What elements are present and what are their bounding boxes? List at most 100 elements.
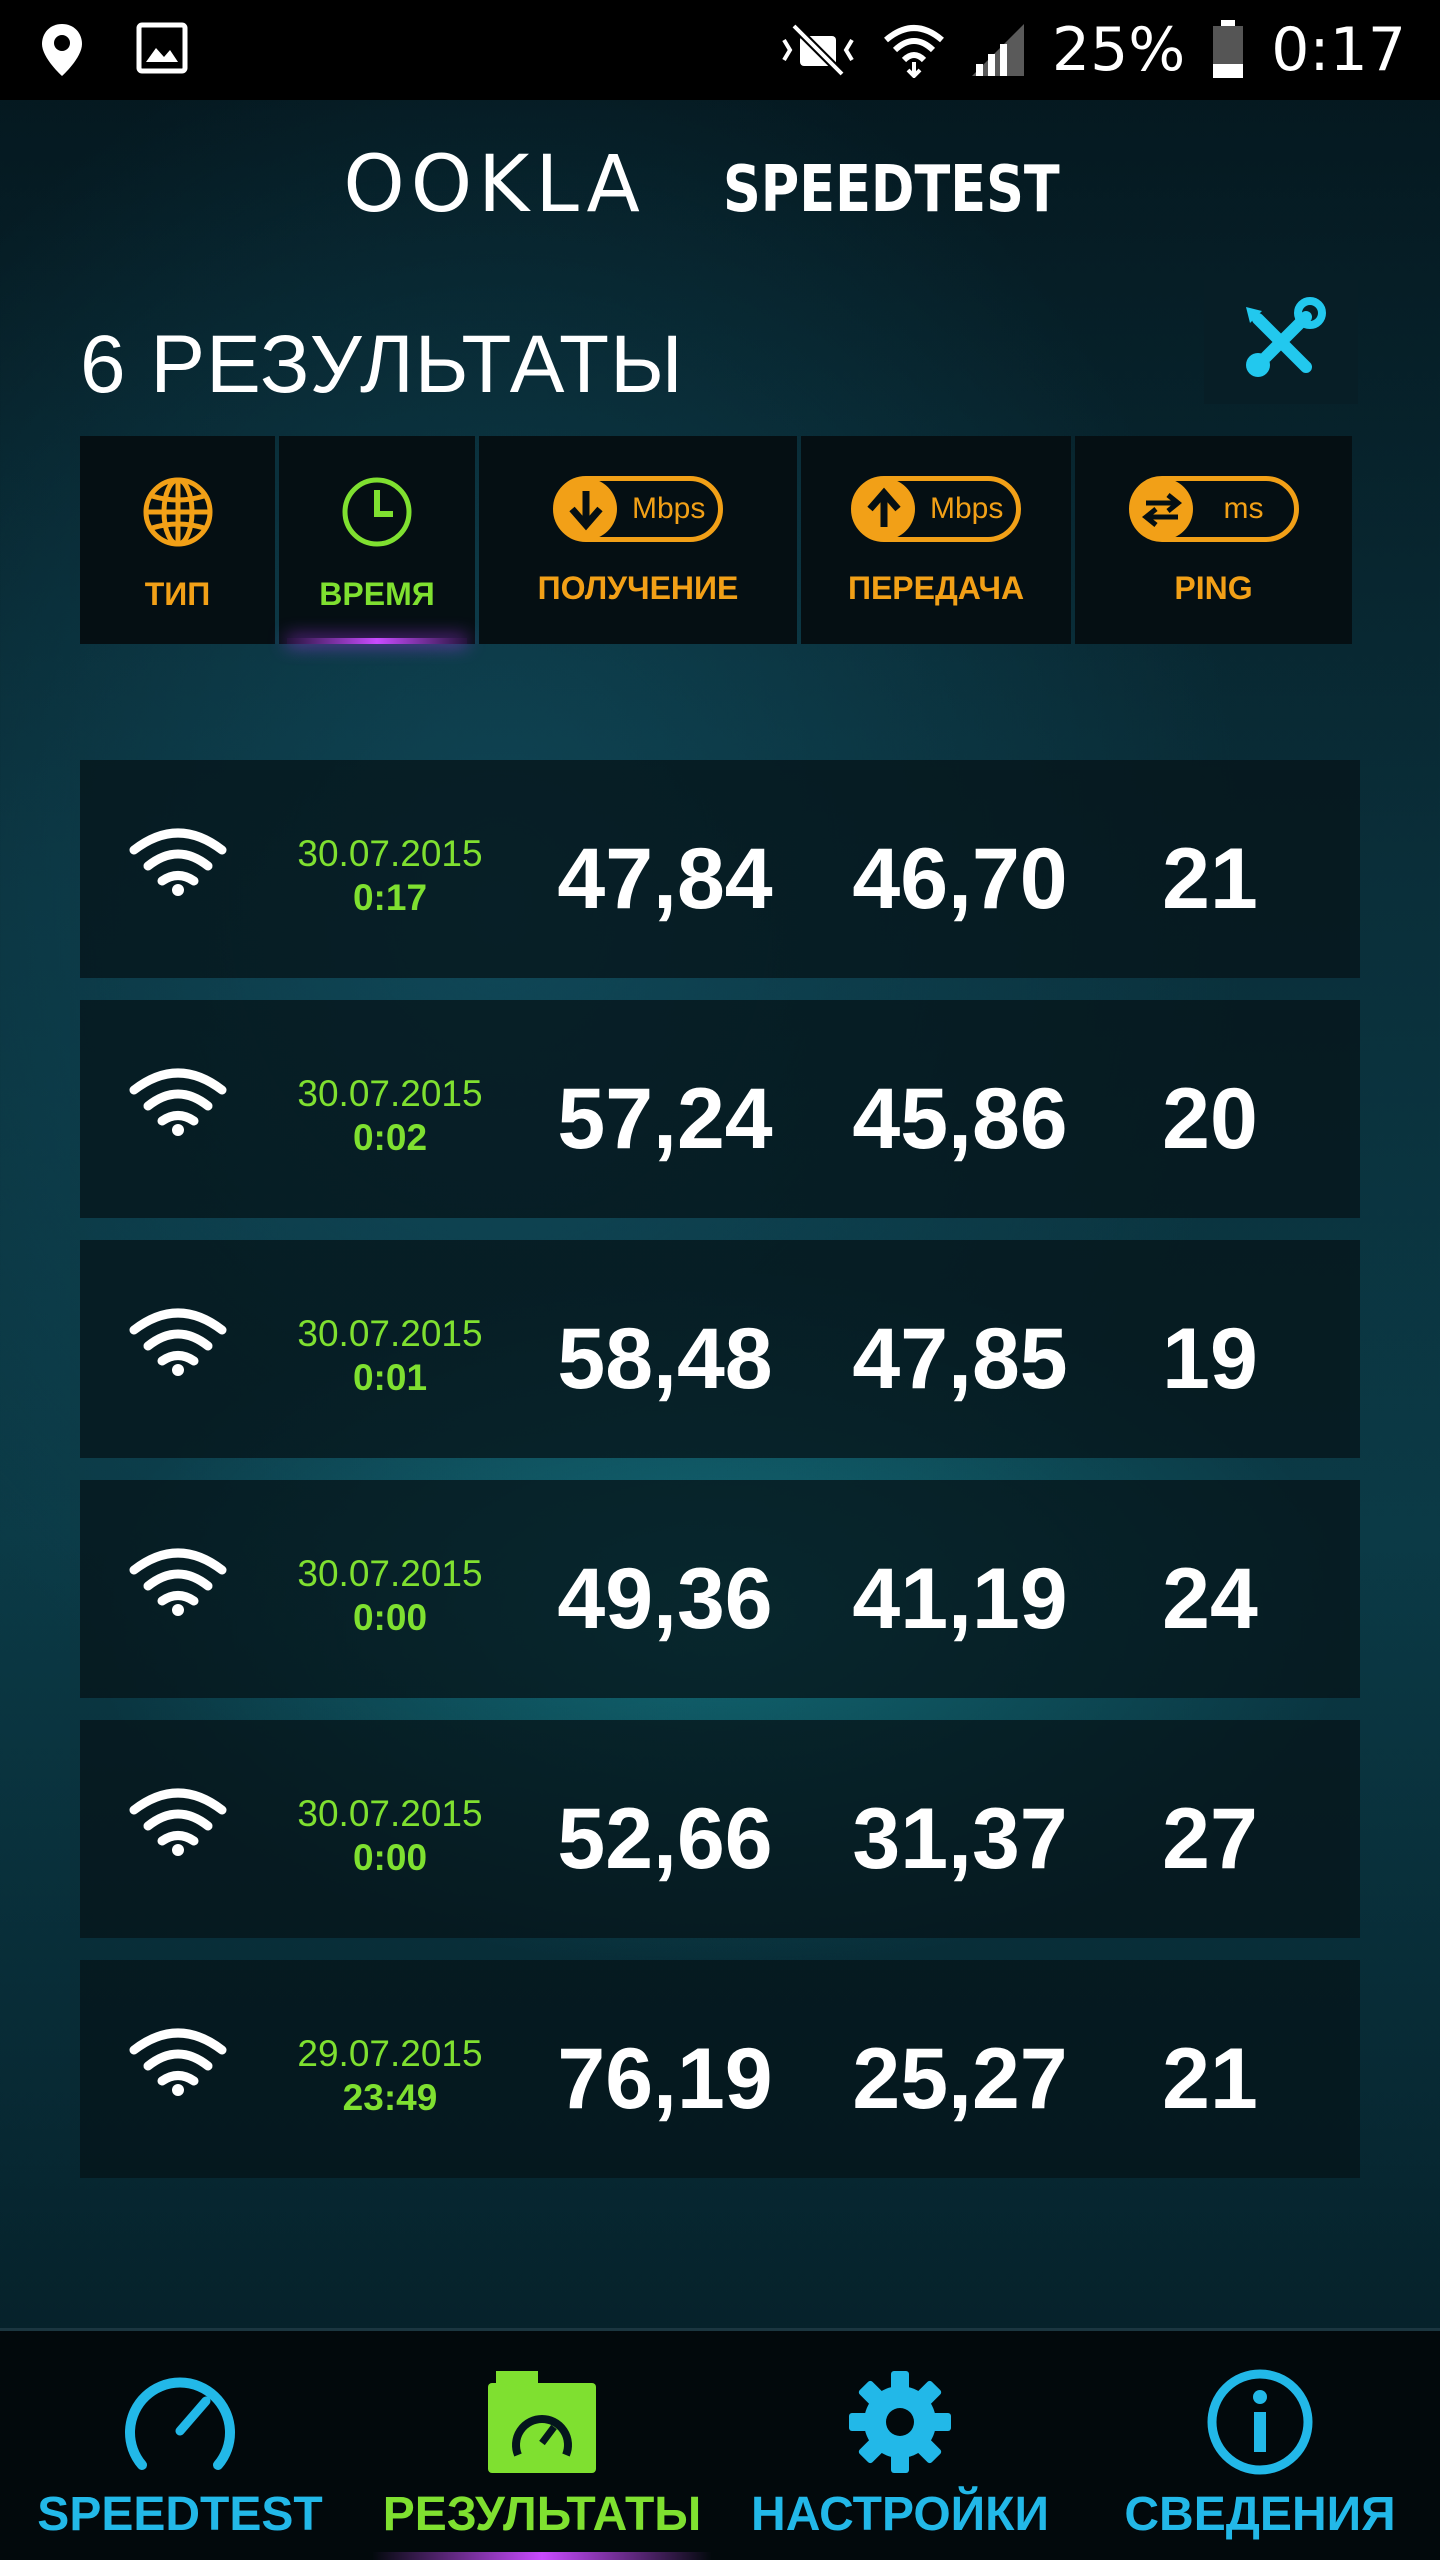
sort-ping[interactable]: ms PING xyxy=(1075,436,1352,644)
active-tab-indicator xyxy=(372,2552,712,2560)
nav-speedtest-label: SPEEDTEST xyxy=(37,2488,323,2541)
wifi-icon xyxy=(129,1788,227,1856)
wifi-icon xyxy=(129,1068,227,1136)
mute-icon xyxy=(782,23,854,77)
logo-brand: OOKLA xyxy=(343,140,646,230)
wifi-icon xyxy=(129,2028,227,2096)
signal-icon xyxy=(971,24,1024,76)
nav-info[interactable]: СВЕДЕНИЯ xyxy=(1110,2331,1410,2560)
battery-percent: 25% xyxy=(1051,15,1186,85)
tools-button[interactable] xyxy=(1204,280,1358,404)
clock-icon xyxy=(342,477,412,547)
download-unit: Mbps xyxy=(632,492,706,525)
result-time: 0:00 xyxy=(352,1837,428,1878)
sort-upload[interactable]: Mbps ПЕРЕДАЧА xyxy=(801,436,1071,644)
info-icon xyxy=(1207,2369,1313,2475)
result-time: 0:02 xyxy=(352,1117,428,1158)
result-upload: 41,19 xyxy=(852,1551,1068,1647)
logo-product: SPEEDTEST xyxy=(722,153,1060,227)
result-date: 30.07.2015 xyxy=(297,1793,483,1834)
result-time: 0:17 xyxy=(352,877,428,918)
nav-speedtest[interactable]: SPEEDTEST xyxy=(30,2331,330,2560)
ping-unit: ms xyxy=(1223,492,1264,525)
sort-upload-label: ПЕРЕДАЧА xyxy=(847,570,1025,606)
result-ping: 21 xyxy=(1162,2031,1258,2127)
battery-icon xyxy=(1213,20,1244,78)
upload-unit: Mbps xyxy=(930,492,1004,525)
result-datetime: 30.07.2015 0:00 xyxy=(270,1552,510,1640)
result-ping: 20 xyxy=(1162,1071,1258,1167)
result-date: 30.07.2015 xyxy=(297,833,483,874)
result-download: 52,66 xyxy=(557,1791,773,1887)
upload-pill: Mbps xyxy=(851,476,1021,542)
result-download: 47,84 xyxy=(557,831,773,927)
result-row[interactable]: 30.07.2015 0:00 49,36 41,19 24 xyxy=(80,1480,1360,1698)
clock: 0:17 xyxy=(1271,15,1406,85)
result-ping: 27 xyxy=(1162,1791,1258,1887)
result-time: 0:01 xyxy=(352,1357,428,1398)
result-row[interactable]: 30.07.2015 0:02 57,24 45,86 20 xyxy=(80,1000,1360,1218)
wifi-icon xyxy=(883,25,944,78)
wifi-icon xyxy=(129,1548,227,1616)
image-icon xyxy=(136,22,188,74)
result-date: 29.07.2015 xyxy=(297,2033,483,2074)
app-logo: OOKLA SPEEDTEST xyxy=(0,140,1440,230)
result-row[interactable]: 30.07.2015 0:00 52,66 31,37 27 xyxy=(80,1720,1360,1938)
result-row[interactable]: 30.07.2015 0:17 47,84 46,70 21 xyxy=(80,760,1360,978)
ping-icon xyxy=(1141,493,1182,527)
results-folder-icon xyxy=(488,2371,596,2473)
nav-settings-label: НАСТРОЙКИ xyxy=(751,2488,1049,2541)
result-datetime: 30.07.2015 0:17 xyxy=(270,832,510,920)
sort-type-label: ТИП xyxy=(144,576,211,612)
nav-info-label: СВЕДЕНИЯ xyxy=(1124,2488,1396,2541)
result-row[interactable]: 29.07.2015 23:49 76,19 25,27 21 xyxy=(80,1960,1360,2178)
result-upload: 47,85 xyxy=(852,1311,1068,1407)
result-date: 30.07.2015 xyxy=(297,1313,483,1354)
result-upload: 45,86 xyxy=(852,1071,1068,1167)
status-bar: 25% 0:17 xyxy=(0,0,1440,100)
bottom-navigation: SPEEDTEST РЕЗУЛЬТАТЫ НАСТРОЙКИ СВЕДЕНИЯ xyxy=(0,2328,1440,2560)
result-row[interactable]: 30.07.2015 0:01 58,48 47,85 19 xyxy=(80,1240,1360,1458)
result-download: 57,24 xyxy=(557,1071,773,1167)
upload-icon xyxy=(867,487,901,527)
result-download: 58,48 xyxy=(557,1311,773,1407)
result-datetime: 30.07.2015 0:00 xyxy=(270,1792,510,1880)
sort-download[interactable]: Mbps ПОЛУЧЕНИЕ xyxy=(479,436,797,644)
globe-icon xyxy=(143,477,212,547)
result-date: 30.07.2015 xyxy=(297,1553,483,1594)
result-datetime: 30.07.2015 0:02 xyxy=(270,1072,510,1160)
result-ping: 24 xyxy=(1162,1551,1258,1647)
result-datetime: 29.07.2015 23:49 xyxy=(270,2032,510,2120)
result-download: 49,36 xyxy=(557,1551,773,1647)
result-ping: 19 xyxy=(1162,1311,1258,1407)
download-pill: Mbps xyxy=(553,476,723,542)
result-upload: 31,37 xyxy=(852,1791,1068,1887)
sort-time-label: ВРЕМЯ xyxy=(319,576,435,612)
nav-results-label: РЕЗУЛЬТАТЫ xyxy=(382,2488,702,2541)
nav-settings[interactable]: НАСТРОЙКИ xyxy=(750,2331,1050,2560)
sort-header: ТИП ВРЕМЯ Mbps ПОЛУЧЕНИЕ Mbps ПЕРЕДАЧА m… xyxy=(80,436,1360,644)
results-list: 30.07.2015 0:17 47,84 46,70 21 30.07.201… xyxy=(80,760,1360,2200)
sort-ping-label: PING xyxy=(1174,570,1253,606)
result-time: 23:49 xyxy=(342,2077,438,2118)
download-icon xyxy=(569,491,603,531)
ping-pill: ms xyxy=(1128,476,1299,542)
result-time: 0:00 xyxy=(352,1597,428,1638)
wifi-icon xyxy=(129,828,227,896)
result-date: 30.07.2015 xyxy=(297,1073,483,1114)
location-icon xyxy=(42,24,82,76)
result-upload: 25,27 xyxy=(852,2031,1068,2127)
page-title: 6 РЕЗУЛЬТАТЫ xyxy=(80,319,684,410)
sort-download-label: ПОЛУЧЕНИЕ xyxy=(537,570,739,606)
result-download: 76,19 xyxy=(557,2031,773,2127)
gear-icon xyxy=(849,2371,951,2473)
tools-icon xyxy=(1246,297,1326,377)
sort-type[interactable]: ТИП xyxy=(80,436,275,644)
result-datetime: 30.07.2015 0:01 xyxy=(270,1312,510,1400)
result-ping: 21 xyxy=(1162,831,1258,927)
sort-time[interactable]: ВРЕМЯ xyxy=(279,436,475,644)
speedometer-icon xyxy=(125,2377,235,2470)
wifi-icon xyxy=(129,1308,227,1376)
nav-results[interactable]: РЕЗУЛЬТАТЫ xyxy=(372,2331,712,2560)
result-upload: 46,70 xyxy=(852,831,1068,927)
